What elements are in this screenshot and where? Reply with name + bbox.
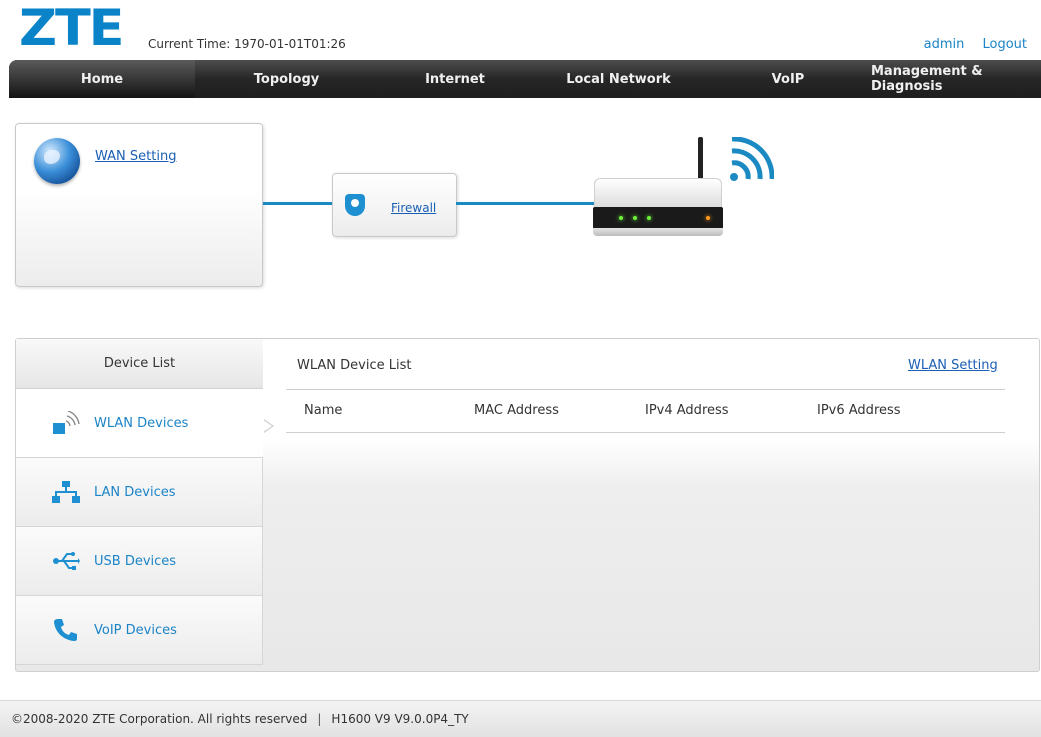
column-header-mac-address: MAC Address — [474, 403, 559, 418]
lan-network-icon — [52, 481, 80, 503]
current-time-value: 1970-01-01T01:26 — [234, 37, 346, 51]
router-led — [647, 216, 651, 220]
router-base — [593, 228, 723, 236]
version-text: H1600 V9 V9.0.0P4_TY — [331, 712, 469, 726]
connection-line-firewall-router — [456, 202, 594, 205]
divider — [286, 389, 1005, 390]
footer-separator: | — [317, 712, 322, 726]
device-list-sidebar: Device List WLAN Devices LAN Devices USB… — [16, 339, 274, 671]
sidebar-item-label: VoIP Devices — [94, 622, 177, 638]
wan-setting-link[interactable]: WAN Setting — [95, 149, 176, 164]
firewall-link[interactable]: Firewall — [391, 201, 436, 215]
connection-line-wan-firewall — [263, 202, 333, 205]
router-top — [594, 178, 722, 208]
divider — [286, 432, 1005, 433]
column-header-ipv6-address: IPv6 Address — [817, 403, 901, 418]
sidebar-item-wlan-devices[interactable]: WLAN Devices — [16, 389, 274, 458]
router-front — [593, 207, 723, 229]
sidebar-item-label: USB Devices — [94, 553, 177, 569]
footer: ©2008-2020 ZTE Corporation. All rights r… — [0, 700, 1041, 737]
copyright-text: ©2008-2020 ZTE Corporation. All rights r… — [11, 712, 308, 726]
column-header-ipv4-address: IPv4 Address — [645, 403, 729, 418]
wifi-signal-icon — [730, 137, 774, 181]
nav-internet[interactable]: Internet — [378, 60, 532, 98]
nav-management-diagnosis[interactable]: Management & Diagnosis — [871, 60, 1041, 98]
usb-icon — [53, 552, 80, 570]
nav-home[interactable]: Home — [9, 60, 195, 98]
sidebar-item-usb-devices[interactable]: USB Devices — [16, 527, 263, 596]
column-header-name: Name — [304, 403, 343, 418]
router-led — [619, 216, 623, 220]
phone-icon — [54, 619, 77, 641]
router-icon — [590, 135, 725, 240]
sidebar-item-lan-devices[interactable]: LAN Devices — [16, 458, 263, 527]
wan-card: WAN Setting — [15, 123, 263, 287]
nav-topology[interactable]: Topology — [195, 60, 378, 98]
router-antenna — [698, 137, 703, 182]
wlan-device-icon — [53, 411, 80, 434]
nav-local-network[interactable]: Local Network — [532, 60, 705, 98]
device-list-title: Device List — [16, 339, 263, 389]
active-arrow-indicator — [263, 419, 274, 433]
current-time: Current Time: 1970-01-01T01:26 — [148, 37, 346, 51]
globe-icon — [34, 138, 80, 184]
current-time-label: Current Time: — [148, 37, 231, 51]
wlan-device-list-title: WLAN Device List — [297, 358, 412, 373]
router-led — [706, 216, 710, 220]
sidebar-item-voip-devices[interactable]: VoIP Devices — [16, 596, 263, 665]
device-panel: Device List WLAN Devices LAN Devices USB… — [15, 338, 1040, 672]
admin-link[interactable]: admin — [924, 37, 965, 52]
shield-icon — [345, 194, 365, 216]
firewall-card: Firewall — [332, 173, 457, 237]
zte-logo: ZTE — [19, 0, 125, 57]
nav-voip[interactable]: VoIP — [705, 60, 871, 98]
logout-link[interactable]: Logout — [982, 37, 1027, 52]
sidebar-item-label: LAN Devices — [94, 484, 176, 500]
main-nav: Home Topology Internet Local Network VoI… — [9, 60, 1041, 98]
user-links: admin Logout — [910, 37, 1027, 52]
router-led — [633, 216, 637, 220]
wlan-setting-link[interactable]: WLAN Setting — [908, 358, 998, 373]
sidebar-item-label: WLAN Devices — [94, 415, 189, 431]
